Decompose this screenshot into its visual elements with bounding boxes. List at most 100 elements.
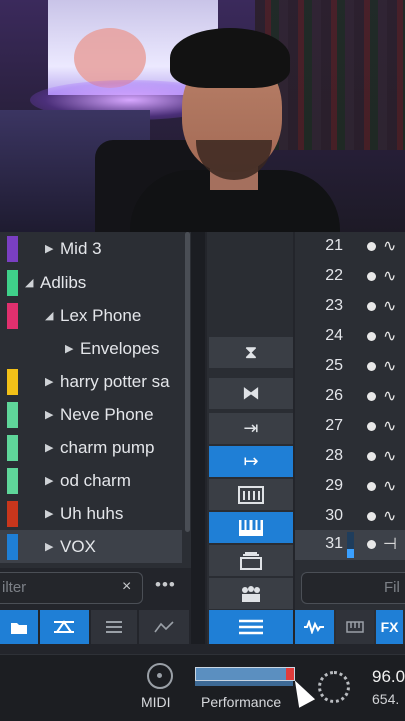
- record-dot-icon[interactable]: [367, 302, 376, 311]
- expand-arrow-icon[interactable]: ▶: [45, 242, 53, 255]
- channel-row[interactable]: 24 ∿: [295, 322, 405, 352]
- track-row[interactable]: ▶ Neve Phone: [0, 398, 182, 431]
- record-dot-icon[interactable]: [367, 362, 376, 371]
- track-row[interactable]: ◢ Adlibs: [0, 266, 182, 299]
- channel-row[interactable]: 30 ∿: [295, 502, 405, 532]
- channel-row-selected[interactable]: 31 ⊣: [295, 530, 405, 560]
- monitor-wave-icon[interactable]: ∿: [383, 266, 396, 286]
- record-dot-icon[interactable]: [367, 422, 376, 431]
- track-row[interactable]: ▶ Uh huhs: [0, 497, 182, 530]
- monitor-wave-icon[interactable]: ∿: [383, 356, 396, 376]
- follow-button[interactable]: ↦: [209, 446, 293, 477]
- keyboard-view-button[interactable]: [335, 610, 375, 644]
- wall-poster: [74, 28, 146, 88]
- monitor-wave-icon[interactable]: ∿: [383, 386, 396, 406]
- expand-arrow-icon[interactable]: ▶: [45, 441, 53, 454]
- track-row[interactable]: ▶ charm pump: [0, 431, 182, 464]
- performance-meter[interactable]: [195, 667, 295, 681]
- mixer-view-button[interactable]: [209, 479, 293, 510]
- track-name: od charm: [60, 470, 131, 490]
- track-row[interactable]: ◢ Lex Phone: [0, 299, 182, 332]
- record-dot-icon[interactable]: [367, 452, 376, 461]
- track-color-swatch: [7, 501, 18, 527]
- channel-row[interactable]: 23 ∿: [295, 292, 405, 322]
- waveform-icon: [304, 620, 325, 634]
- track-list: ▶ Mid 3 ◢ Adlibs ◢ Lex Phone ▶ Envelopes…: [0, 232, 191, 568]
- arrow-to-bar-icon: ⇥: [243, 418, 259, 438]
- track-color-swatch: [7, 534, 18, 560]
- channel-row[interactable]: 29 ∿: [295, 472, 405, 502]
- stack-view-button[interactable]: [209, 545, 293, 576]
- monitor-wave-icon[interactable]: ∿: [383, 326, 396, 346]
- record-dot-icon[interactable]: [367, 540, 376, 549]
- envelope-view-button[interactable]: [138, 610, 189, 644]
- monitor-wave-icon[interactable]: ∿: [383, 296, 396, 316]
- more-options-icon[interactable]: •••: [155, 575, 176, 595]
- tempo-value[interactable]: 96.0: [372, 667, 405, 687]
- channel-row[interactable]: 21 ∿: [295, 232, 405, 262]
- track-row[interactable]: ▶ od charm: [0, 464, 182, 497]
- monitor-wave-icon[interactable]: ∿: [383, 506, 396, 526]
- monitor-wave-icon[interactable]: ∿: [383, 236, 396, 256]
- track-filter-input[interactable]: ilter ×: [0, 572, 143, 604]
- monitor-wave-icon[interactable]: ∿: [383, 416, 396, 436]
- list-view-button[interactable]: [91, 610, 137, 644]
- channel-row[interactable]: 26 ∿: [295, 382, 405, 412]
- input-routing-icon[interactable]: ⊣: [383, 534, 397, 554]
- record-dot-icon[interactable]: [367, 272, 376, 281]
- channel-toolbar: FX: [295, 610, 405, 644]
- expand-arrow-icon[interactable]: ▶: [45, 540, 53, 553]
- track-row[interactable]: ▶ Envelopes: [0, 332, 182, 365]
- collapse-vertical-button[interactable]: ⧗: [209, 337, 293, 368]
- monitor-wave-icon[interactable]: ∿: [383, 476, 396, 496]
- folder-icon: [10, 622, 27, 634]
- channel-row[interactable]: 27 ∿: [295, 412, 405, 442]
- midi-port-icon[interactable]: [147, 663, 173, 689]
- collapse-arrow-icon[interactable]: ◢: [25, 276, 33, 289]
- record-dot-icon[interactable]: [367, 242, 376, 251]
- track-row[interactable]: ▶ Mid 3: [0, 232, 182, 265]
- expand-arrow-icon[interactable]: ▶: [65, 342, 73, 355]
- folder-button[interactable]: [0, 610, 38, 644]
- record-dot-icon[interactable]: [367, 512, 376, 521]
- track-row-selected[interactable]: ▶ VOX: [0, 530, 182, 563]
- bar-arrow-icon: ↦: [243, 451, 259, 471]
- channel-number: 21: [325, 237, 343, 254]
- filter-placeholder: Fil: [384, 579, 400, 596]
- metronome-spinner-icon[interactable]: [318, 671, 350, 703]
- waveform-view-button[interactable]: [295, 610, 334, 644]
- monitor-wave-icon[interactable]: ∿: [383, 446, 396, 466]
- daw-panel: ▶ Mid 3 ◢ Adlibs ◢ Lex Phone ▶ Envelopes…: [0, 232, 405, 721]
- expand-arrow-icon[interactable]: ▶: [45, 507, 53, 520]
- collapse-arrow-icon[interactable]: ◢: [45, 309, 53, 322]
- position-value[interactable]: 654.: [372, 691, 399, 707]
- channel-number: 30: [325, 507, 343, 524]
- channel-number: 31: [325, 535, 343, 552]
- performance-meter-secondary: [195, 681, 293, 686]
- channel-row[interactable]: 22 ∿: [295, 262, 405, 292]
- track-name: Envelopes: [80, 338, 160, 358]
- expand-arrow-icon[interactable]: ▶: [45, 408, 53, 421]
- track-row[interactable]: ▶ harry potter sa: [0, 365, 182, 398]
- expand-arrow-icon[interactable]: ▶: [45, 375, 53, 388]
- envelope-line-icon: [154, 621, 174, 633]
- automation-lanes-button[interactable]: [39, 610, 90, 644]
- expand-arrow-icon[interactable]: ▶: [45, 474, 53, 487]
- record-dot-icon[interactable]: [367, 332, 376, 341]
- menu-button[interactable]: [209, 610, 293, 644]
- snap-to-edge-button[interactable]: ⇥: [209, 413, 293, 444]
- track-color-swatch: [7, 369, 18, 395]
- collapse-horizontal-button[interactable]: ⧓: [209, 378, 293, 409]
- person-hair: [170, 28, 290, 88]
- track-list-scrollbar[interactable]: [185, 232, 190, 532]
- fx-button[interactable]: FX: [376, 610, 403, 644]
- record-dot-icon[interactable]: [367, 392, 376, 401]
- record-dot-icon[interactable]: [367, 482, 376, 491]
- channel-overview-button[interactable]: [209, 578, 293, 609]
- clear-filter-icon[interactable]: ×: [122, 578, 131, 596]
- channel-row[interactable]: 28 ∿: [295, 442, 405, 472]
- panel-divider[interactable]: [191, 232, 205, 644]
- instrument-view-button[interactable]: [209, 512, 293, 543]
- channel-row[interactable]: 25 ∿: [295, 352, 405, 382]
- channel-filter-input[interactable]: Fil: [301, 572, 405, 604]
